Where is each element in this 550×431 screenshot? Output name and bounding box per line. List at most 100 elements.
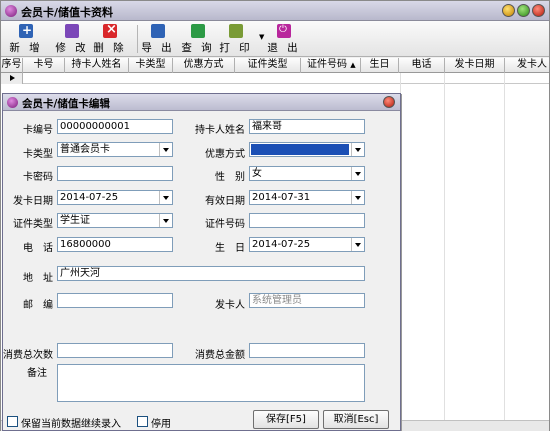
card-type-select[interactable]: 普通会员卡 [57,142,173,157]
dialog-close-button[interactable] [383,96,395,108]
dialog-title: 会员卡/储值卡编辑 [22,98,110,110]
add-icon [19,23,33,38]
card-no-input[interactable]: 00000000001 [57,119,173,134]
remark-label: 备注 [27,368,47,379]
print-dropdown-arrow-icon[interactable]: ▼ [259,33,264,41]
keep-data-label: 保留当前数据继续录入 [21,419,121,430]
search-icon [191,24,205,38]
column-header[interactable]: 持卡人姓名 [65,58,129,73]
main-window: 会员卡/储值卡资料 新 增 修 改 删 除 导 出 查 询 [0,0,550,431]
save-button[interactable]: 保存[F5] [253,410,319,429]
gender-select[interactable]: 女 [249,166,365,181]
valid-date-value: 2014-07-31 [252,192,311,203]
maximize-button[interactable] [517,4,530,17]
app-icon [5,5,17,17]
chevron-down-icon[interactable] [351,238,364,251]
print-button[interactable]: 打 印 [219,23,253,55]
printer-icon [229,24,243,38]
column-header-sorted[interactable]: 证件号码 ▲ [301,58,361,73]
column-divider [444,73,445,431]
gender-value: 女 [252,168,262,179]
id-type-select[interactable]: 学生证 [57,213,173,228]
query-button[interactable]: 查 询 [181,23,215,55]
print-label: 打 印 [219,42,253,54]
chevron-down-icon[interactable] [159,191,172,204]
disable-checkbox[interactable] [137,416,148,427]
query-label: 查 询 [181,42,215,54]
edit-icon [65,24,79,38]
address-label: 地 址 [23,273,53,284]
chevron-down-icon[interactable] [351,167,364,180]
column-header[interactable]: 发卡日期 [445,58,505,73]
column-header[interactable]: 卡类型 [129,58,173,73]
column-header-label: 证件号码 [307,59,347,70]
chevron-down-icon[interactable] [159,143,172,156]
id-type-label: 证件类型 [13,219,53,230]
disable-label: 停用 [151,419,171,430]
birthday-label: 生 日 [215,243,245,254]
id-no-input[interactable] [249,213,365,228]
minimize-button[interactable] [502,4,515,17]
chevron-down-icon[interactable] [159,214,172,227]
app-icon [7,97,18,108]
window-titlebar: 会员卡/储值卡资料 [1,1,549,21]
column-header[interactable]: 生日 [361,58,399,73]
postcode-input[interactable] [57,293,173,308]
sort-ascending-icon: ▲ [350,61,356,69]
phone-input[interactable]: 16800000 [57,237,173,252]
add-button[interactable]: 新 增 [9,23,43,55]
card-type-value: 普通会员卡 [60,144,110,155]
holder-name-label: 持卡人姓名 [195,125,245,136]
add-label: 新 增 [9,42,43,54]
export-label: 导 出 [141,42,175,54]
row-indicator-icon [1,73,23,84]
toolbar-separator [137,25,138,53]
edit-label: 修 改 [55,42,89,54]
column-header[interactable]: 电话 [399,58,445,73]
column-header[interactable]: 优惠方式 [173,58,235,73]
column-header[interactable]: 序号 [1,58,23,73]
consume-amount-label: 消费总金额 [195,350,245,361]
phone-label: 电 话 [23,243,53,254]
window-controls [502,4,545,17]
card-no-label: 卡编号 [23,125,53,136]
gender-label: 性 别 [215,172,245,183]
column-divider [504,73,505,431]
power-icon [277,24,291,38]
discount-select[interactable] [249,142,365,157]
grid-header: 序号 卡号 持卡人姓名 卡类型 优惠方式 证件类型 证件号码 ▲ 生日 电话 发… [1,58,549,73]
id-no-label: 证件号码 [205,219,245,230]
remark-textarea[interactable] [57,364,365,402]
chevron-down-icon[interactable] [351,191,364,204]
birthday-picker[interactable]: 2014-07-25 [249,237,365,252]
password-input[interactable] [57,166,173,181]
exit-button[interactable]: 退 出 [267,23,301,55]
keep-data-checkbox[interactable] [7,416,18,427]
holder-name-input[interactable]: 福来哥 [249,119,365,134]
postcode-label: 邮 编 [23,300,53,311]
dialog-titlebar: 会员卡/储值卡编辑 [3,94,400,111]
discount-value [251,144,349,155]
valid-date-picker[interactable]: 2014-07-31 [249,190,365,205]
edit-button[interactable]: 修 改 [55,23,89,55]
column-header[interactable]: 证件类型 [235,58,301,73]
issuer-input: 系统管理员 [249,293,365,308]
column-header[interactable]: 发卡人 [505,58,549,73]
issuer-label: 发卡人 [215,300,245,311]
export-icon [151,24,165,38]
column-header[interactable]: 卡号 [23,58,65,73]
address-input[interactable]: 广州天河 [57,266,365,281]
table-row[interactable] [1,73,549,84]
card-type-label: 卡类型 [23,149,53,160]
id-type-value: 学生证 [60,215,90,226]
valid-date-label: 有效日期 [205,196,245,207]
issue-date-picker[interactable]: 2014-07-25 [57,190,173,205]
password-label: 卡密码 [23,172,53,183]
close-button[interactable] [532,4,545,17]
cancel-button[interactable]: 取消[Esc] [323,410,389,429]
delete-button[interactable]: 删 除 [93,22,127,55]
issue-date-label: 发卡日期 [13,196,53,207]
chevron-down-icon[interactable] [351,143,364,156]
export-button[interactable]: 导 出 [141,23,175,55]
delete-icon [103,22,117,38]
